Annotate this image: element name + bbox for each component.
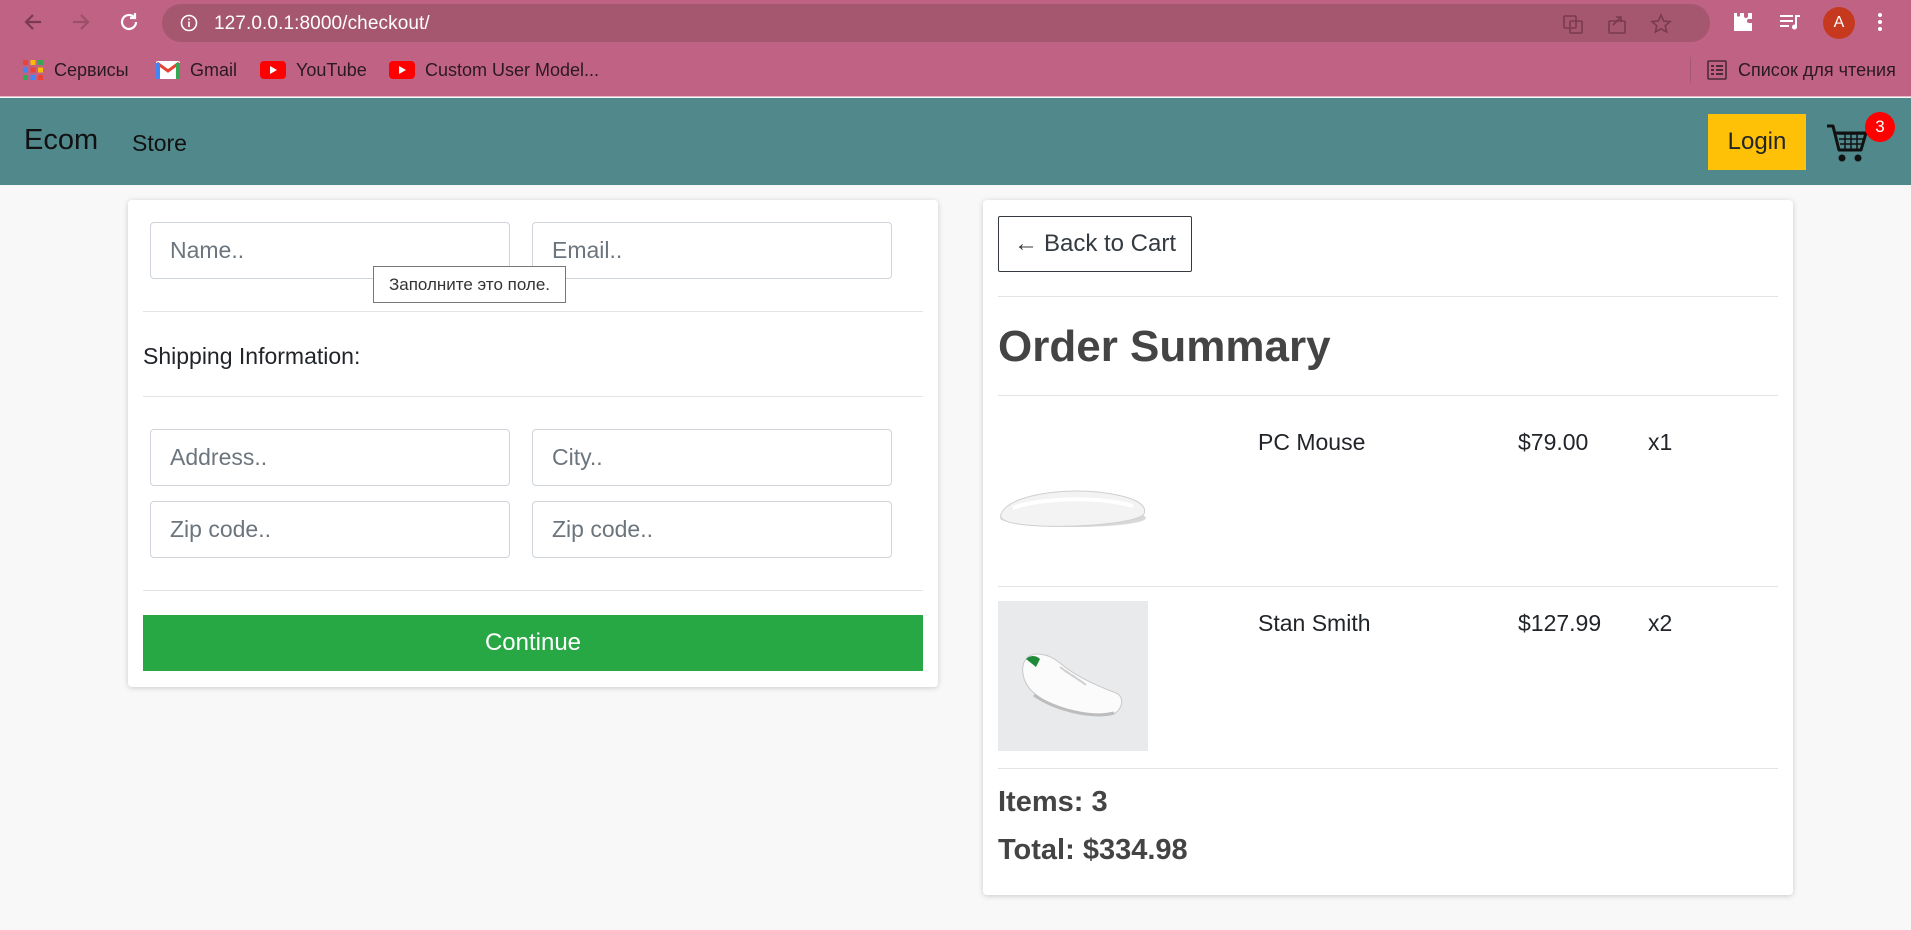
youtube-icon	[389, 61, 415, 79]
bookmark-youtube[interactable]: YouTube	[260, 59, 367, 81]
back-to-cart-button[interactable]: ← Back to Cart	[998, 216, 1192, 272]
profile-avatar[interactable]: A	[1823, 7, 1855, 39]
bookmarks-bar: Сервисы Gmail YouTube Custom User Model.…	[0, 43, 1911, 97]
item-quantity: x1	[1648, 429, 1673, 455]
divider	[143, 311, 923, 312]
divider	[998, 586, 1778, 587]
back-to-cart-label: Back to Cart	[1043, 230, 1177, 257]
menu-dots-icon[interactable]	[1868, 10, 1892, 34]
bookmark-gmail[interactable]: Gmail	[156, 59, 237, 81]
address-field[interactable]	[150, 429, 510, 486]
bookmark-services[interactable]: Сервисы	[22, 59, 129, 81]
gmail-icon	[156, 61, 180, 79]
reading-list[interactable]: Список для чтения	[1706, 59, 1896, 81]
brand-logo[interactable]: Ecom	[24, 124, 98, 157]
reload-icon[interactable]	[114, 7, 144, 37]
address-input[interactable]	[151, 430, 509, 485]
shipping-info-label: Shipping Information:	[143, 343, 361, 369]
order-summary-card: ← Back to Cart Order Summary PC Mouse $7…	[983, 200, 1793, 895]
bookmark-label: Custom User Model...	[425, 59, 600, 80]
login-button[interactable]: Login	[1708, 114, 1806, 170]
site-navbar: Ecom Store Login 3	[0, 98, 1911, 185]
zip-field[interactable]	[150, 501, 510, 558]
order-summary-title: Order Summary	[998, 322, 1331, 371]
item-quantity: x2	[1648, 610, 1673, 636]
address-bar[interactable]: 127.0.0.1:8000/checkout/	[162, 4, 1710, 42]
continue-button[interactable]: Continue	[143, 615, 923, 671]
forward-arrow-icon[interactable]	[66, 7, 96, 37]
item-name: PC Mouse	[1258, 429, 1366, 455]
nav-store-link[interactable]: Store	[132, 130, 187, 157]
city-field[interactable]	[532, 429, 892, 486]
star-icon[interactable]	[1650, 13, 1672, 35]
city-input[interactable]	[533, 430, 891, 485]
product-image-sneaker	[998, 601, 1148, 751]
youtube-icon	[260, 61, 286, 79]
bookmark-divider	[1690, 57, 1691, 83]
item-name: Stan Smith	[1258, 610, 1371, 636]
email-field[interactable]	[532, 222, 892, 279]
email-input[interactable]	[533, 223, 891, 278]
divider	[998, 296, 1778, 297]
product-image-mouse	[998, 418, 1148, 568]
url-text[interactable]: 127.0.0.1:8000/checkout/	[214, 13, 430, 35]
divider	[143, 396, 923, 397]
zip-input[interactable]	[151, 502, 509, 557]
divider	[998, 395, 1778, 396]
zip-input-2[interactable]	[533, 502, 891, 557]
bookmark-label: YouTube	[296, 59, 367, 80]
info-icon[interactable]	[180, 14, 198, 32]
item-price: $79.00	[1518, 429, 1589, 455]
extensions-icon[interactable]	[1731, 10, 1755, 34]
left-arrow-icon: ←	[1013, 230, 1038, 257]
translate-icon[interactable]	[1562, 13, 1584, 35]
items-count: Items: 3	[998, 786, 1108, 818]
reading-list-icon	[1707, 60, 1727, 80]
zip-field-2[interactable]	[532, 501, 892, 558]
item-price: $127.99	[1518, 610, 1602, 636]
share-icon[interactable]	[1606, 13, 1628, 35]
validation-tooltip: Заполните это поле.	[373, 266, 566, 303]
divider	[143, 590, 923, 591]
back-arrow-icon[interactable]	[18, 7, 48, 37]
bookmark-label: Gmail	[190, 59, 238, 80]
media-playlist-icon[interactable]	[1778, 10, 1802, 34]
bookmark-label: Сервисы	[54, 59, 129, 80]
divider	[998, 768, 1778, 769]
reading-list-label: Список для чтения	[1738, 59, 1896, 80]
apps-grid-icon	[23, 60, 43, 80]
browser-toolbar: 127.0.0.1:8000/checkout/ A	[0, 0, 1911, 43]
cart-count-badge: 3	[1865, 112, 1895, 142]
shopping-cart-icon[interactable]	[1826, 122, 1870, 164]
bookmark-custom-user-model[interactable]: Custom User Model...	[389, 59, 599, 81]
order-total: Total: $334.98	[998, 834, 1188, 866]
